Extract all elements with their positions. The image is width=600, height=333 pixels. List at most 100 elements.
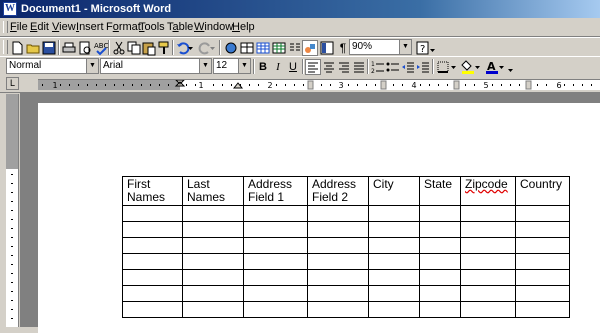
- formatting-options-icon[interactable]: [507, 59, 515, 75]
- document-table[interactable]: First Names Last Names Address Field 1 Address…: [122, 176, 570, 318]
- table-cell[interactable]: [122, 237, 183, 254]
- table-cell[interactable]: [419, 253, 461, 270]
- table-cell[interactable]: [307, 253, 369, 270]
- table-header-cell[interactable]: Zipcode: [460, 176, 516, 206]
- table-cell[interactable]: [419, 205, 461, 222]
- column-marker[interactable]: [307, 80, 314, 90]
- menu-window[interactable]: Window: [194, 21, 233, 33]
- table-header-cell[interactable]: Address Field 2: [307, 176, 369, 206]
- table-cell[interactable]: [515, 237, 570, 254]
- print-icon[interactable]: [61, 40, 77, 56]
- table-cell[interactable]: [243, 237, 308, 254]
- document-map-icon[interactable]: [319, 40, 335, 56]
- table-cell[interactable]: [122, 285, 183, 302]
- table-cell[interactable]: [122, 221, 183, 238]
- table-cell[interactable]: [122, 269, 183, 286]
- ruler-track[interactable]: 1 1 2 3 4 5 6: [38, 79, 600, 90]
- bold-button[interactable]: B: [256, 59, 270, 75]
- open-folder-icon[interactable]: [25, 40, 41, 56]
- table-cell[interactable]: [307, 205, 369, 222]
- table-cell[interactable]: [368, 205, 420, 222]
- justify-icon[interactable]: [351, 59, 367, 75]
- table-cell[interactable]: [122, 301, 183, 318]
- table-cell[interactable]: [182, 205, 244, 222]
- table-header-cell[interactable]: City: [368, 176, 420, 206]
- table-cell[interactable]: [307, 285, 369, 302]
- table-cell[interactable]: [515, 301, 570, 318]
- paste-icon[interactable]: [141, 40, 157, 56]
- redo-dropdown-icon[interactable]: [209, 40, 217, 56]
- insert-table-icon[interactable]: [255, 40, 271, 56]
- underline-button[interactable]: U: [286, 59, 300, 75]
- table-cell[interactable]: [419, 285, 461, 302]
- bullets-icon[interactable]: [385, 59, 401, 75]
- table-cell[interactable]: [182, 253, 244, 270]
- table-cell[interactable]: [460, 285, 516, 302]
- table-cell[interactable]: [307, 237, 369, 254]
- table-cell[interactable]: [515, 221, 570, 238]
- decrease-indent-icon[interactable]: [400, 59, 416, 75]
- horizontal-ruler[interactable]: L 1 1 2 3 4 5 6: [0, 76, 600, 93]
- table-header-cell[interactable]: Address Field 1: [243, 176, 308, 206]
- save-icon[interactable]: [41, 40, 57, 56]
- table-cell[interactable]: [368, 285, 420, 302]
- table-cell[interactable]: [460, 269, 516, 286]
- font-color-dropdown-icon[interactable]: [498, 59, 506, 75]
- table-header-cell[interactable]: Country: [515, 176, 570, 206]
- menu-tools[interactable]: Tools: [139, 21, 165, 33]
- word-app-icon[interactable]: W: [3, 2, 17, 16]
- table-cell[interactable]: [368, 269, 420, 286]
- table-header-cell[interactable]: First Names: [122, 176, 183, 206]
- border-dropdown-icon[interactable]: [450, 59, 458, 75]
- menu-help[interactable]: Help: [232, 21, 255, 33]
- table-cell[interactable]: [515, 205, 570, 222]
- border-icon[interactable]: [435, 59, 451, 75]
- table-cell[interactable]: [460, 237, 516, 254]
- spelling-icon[interactable]: ABC: [93, 40, 109, 56]
- style-combo[interactable]: Normal ▼: [6, 58, 99, 74]
- indent-marker-icon[interactable]: [174, 80, 186, 87]
- table-cell[interactable]: [243, 285, 308, 302]
- toolbar-grip[interactable]: [3, 40, 8, 54]
- font-size-dropdown-icon[interactable]: ▼: [238, 59, 250, 73]
- table-cell[interactable]: [182, 269, 244, 286]
- menu-insert[interactable]: Insert: [76, 21, 104, 33]
- align-right-icon[interactable]: [336, 59, 352, 75]
- table-cell[interactable]: [419, 237, 461, 254]
- print-preview-icon[interactable]: [77, 40, 93, 56]
- copy-icon[interactable]: [126, 40, 142, 56]
- align-center-icon[interactable]: [321, 59, 337, 75]
- style-dropdown-icon[interactable]: ▼: [86, 59, 98, 73]
- table-cell[interactable]: [307, 301, 369, 318]
- column-marker[interactable]: [525, 80, 532, 90]
- format-painter-icon[interactable]: [156, 40, 172, 56]
- table-cell[interactable]: [460, 301, 516, 318]
- table-cell[interactable]: [122, 253, 183, 270]
- font-size-combo[interactable]: 12 ▼: [213, 58, 251, 74]
- table-cell[interactable]: [182, 237, 244, 254]
- table-cell[interactable]: [368, 301, 420, 318]
- table-cell[interactable]: [419, 269, 461, 286]
- table-cell[interactable]: [243, 205, 308, 222]
- menu-table[interactable]: Table: [167, 21, 193, 33]
- new-document-icon[interactable]: [9, 40, 25, 56]
- italic-button[interactable]: I: [271, 59, 285, 75]
- table-cell[interactable]: [515, 253, 570, 270]
- align-left-icon[interactable]: [305, 59, 321, 75]
- table-cell[interactable]: [307, 269, 369, 286]
- table-cell[interactable]: [368, 221, 420, 238]
- increase-indent-icon[interactable]: [415, 59, 431, 75]
- table-cell[interactable]: [243, 269, 308, 286]
- table-cell[interactable]: [243, 221, 308, 238]
- drawing-icon[interactable]: [302, 40, 318, 56]
- menu-file[interactable]: File: [10, 21, 28, 33]
- table-cell[interactable]: [368, 253, 420, 270]
- table-cell[interactable]: [182, 221, 244, 238]
- table-cell[interactable]: [122, 205, 183, 222]
- table-cell[interactable]: [182, 301, 244, 318]
- table-cell[interactable]: [460, 221, 516, 238]
- vertical-ruler[interactable]: [6, 94, 19, 327]
- font-dropdown-icon[interactable]: ▼: [199, 59, 211, 73]
- column-marker[interactable]: [453, 80, 460, 90]
- font-combo[interactable]: Arial ▼: [100, 58, 212, 74]
